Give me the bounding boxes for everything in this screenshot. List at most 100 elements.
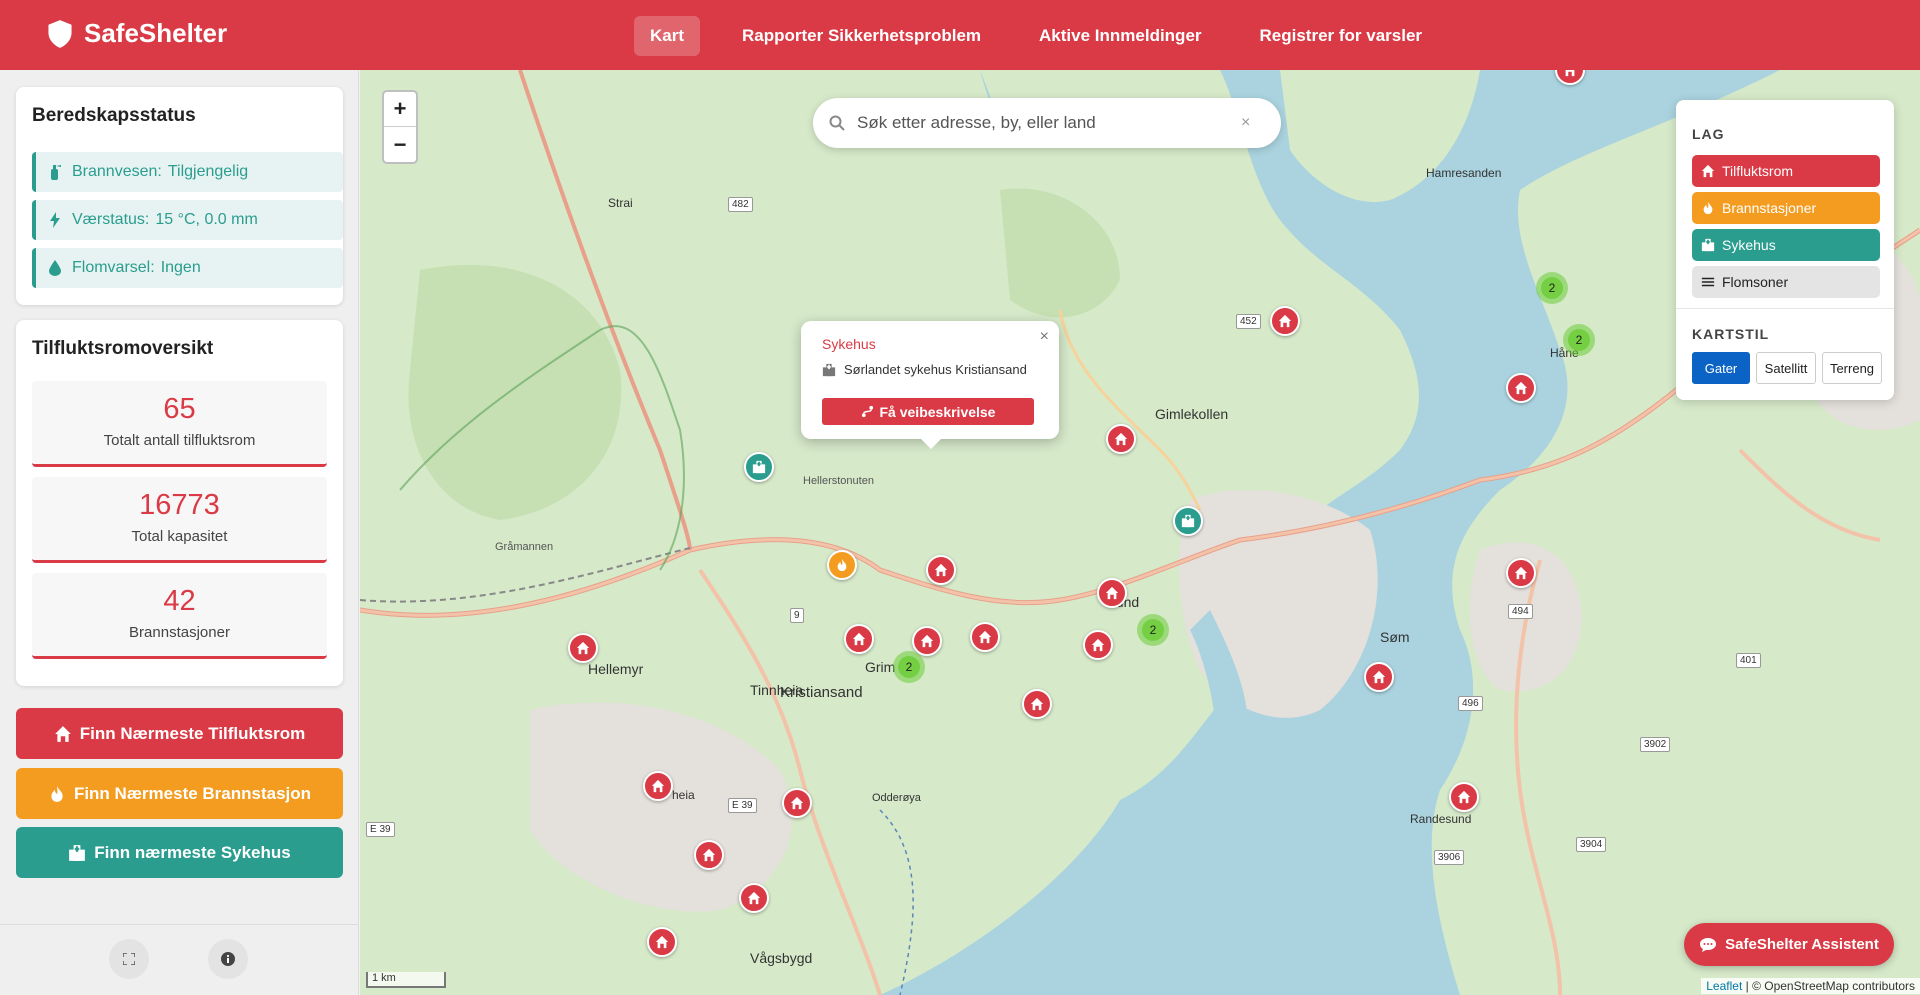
home-icon — [852, 632, 866, 646]
place-label: Gråmannen — [495, 541, 554, 553]
get-directions-button[interactable]: Få veibeskrivelse — [822, 398, 1034, 425]
popup-close-button[interactable]: × — [1040, 328, 1049, 346]
zoom-control: + − — [382, 90, 418, 164]
shelter-marker[interactable] — [1270, 306, 1300, 336]
status-label: Flomvarsel: — [72, 259, 155, 276]
fullscreen-button[interactable] — [109, 939, 149, 979]
layer-toggle-hospitals[interactable]: Sykehus — [1692, 229, 1880, 261]
map[interactable]: Kristiansand Lund Grim Tinnheia Hellemyr… — [360, 70, 1920, 995]
home-icon — [1563, 70, 1577, 77]
shelter-marker[interactable] — [782, 788, 812, 818]
popup-name-text: Sørlandet sykehus Kristiansand — [844, 362, 1027, 377]
assistant-chat-button[interactable]: SafeShelter Assistent — [1684, 923, 1894, 966]
flame-icon — [1703, 201, 1713, 215]
expand-icon — [123, 953, 135, 965]
stat-fire-stations: 42 Brannstasjoner — [32, 573, 327, 659]
brand-logo[interactable]: SafeShelter — [46, 18, 227, 49]
layer-toggle-fire-stations[interactable]: Brannstasjoner — [1692, 192, 1880, 224]
status-row-flood: Flomvarsel: Ingen — [32, 248, 343, 288]
hospital-marker[interactable] — [744, 452, 774, 482]
stat-value: 42 — [163, 585, 196, 617]
clear-search-icon[interactable]: × — [1241, 114, 1250, 132]
map-style-satellite[interactable]: Satellitt — [1756, 352, 1816, 384]
home-icon — [54, 725, 71, 742]
find-nearest-shelter-button[interactable]: Finn Nærmeste Tilfluktsrom — [16, 708, 343, 759]
fire-extinguisher-icon — [46, 163, 64, 181]
shelter-marker[interactable] — [970, 622, 1000, 652]
shelter-marker[interactable] — [1083, 630, 1113, 660]
stat-value: 65 — [163, 393, 196, 425]
map-style-title: KARTSTIL — [1692, 326, 1770, 342]
home-icon — [1372, 670, 1386, 684]
layer-label: Sykehus — [1722, 237, 1776, 253]
layer-toggle-shelters[interactable]: Tilfluktsrom — [1692, 155, 1880, 187]
flame-icon — [51, 785, 63, 802]
hospital-marker[interactable] — [1173, 506, 1203, 536]
home-icon — [934, 563, 948, 577]
brand-name: SafeShelter — [84, 18, 228, 48]
home-icon — [576, 641, 590, 655]
home-icon — [655, 935, 669, 949]
shelter-marker[interactable] — [739, 883, 769, 913]
map-scale: 1 km — [366, 972, 446, 988]
stat-total-capacity: 16773 Total kapasitet — [32, 477, 327, 563]
search-input[interactable] — [857, 113, 1227, 133]
nav-registrer-varsler[interactable]: Registrer for varsler — [1244, 16, 1439, 56]
preparedness-card: Beredskapsstatus Brannvesen: Tilgjengeli… — [16, 87, 343, 305]
marker-cluster[interactable]: 2 — [1536, 272, 1568, 304]
nav-aktive-innmeldinger[interactable]: Aktive Innmeldinger — [1023, 16, 1217, 56]
shelter-marker[interactable] — [643, 771, 673, 801]
shelter-marker[interactable] — [1449, 782, 1479, 812]
shelter-marker[interactable] — [926, 555, 956, 585]
zoom-out-button[interactable]: − — [384, 127, 416, 162]
shelter-marker[interactable] — [647, 927, 677, 957]
shelter-marker[interactable] — [1506, 558, 1536, 588]
shelter-marker[interactable] — [844, 624, 874, 654]
layer-toggle-flood-zones[interactable]: Flomsoner — [1692, 266, 1880, 298]
find-nearest-fire-station-button[interactable]: Finn Nærmeste Brannstasjon — [16, 768, 343, 819]
fire-station-marker[interactable] — [827, 550, 857, 580]
stat-label: Totalt antall tilfluktsrom — [103, 432, 256, 449]
place-label: Strai — [608, 196, 633, 210]
map-style-streets[interactable]: Gater — [1692, 352, 1750, 384]
sidebar: Beredskapsstatus Brannvesen: Tilgjengeli… — [0, 70, 359, 995]
home-icon — [920, 634, 934, 648]
info-button[interactable] — [208, 939, 248, 979]
marker-cluster[interactable]: 2 — [1137, 614, 1169, 646]
home-icon — [978, 630, 992, 644]
place-label: Tinnheia — [750, 682, 804, 698]
shelter-marker[interactable] — [1364, 662, 1394, 692]
place-label: Grim — [865, 659, 896, 675]
hospital-popup: Sykehus × Sørlandet sykehus Kristiansand… — [801, 321, 1059, 449]
road-shield: E 39 — [728, 798, 757, 813]
home-icon — [1457, 790, 1471, 804]
shelter-marker[interactable] — [1506, 373, 1536, 403]
stat-value: 16773 — [139, 489, 220, 521]
map-style-terrain[interactable]: Terreng — [1822, 352, 1882, 384]
attribution-text: | © OpenStreetMap contributors — [1745, 979, 1915, 993]
layers-panel: LAG Tilfluktsrom Brannstasjoner Sykehus … — [1676, 100, 1894, 400]
nav-rapporter[interactable]: Rapporter Sikkerhetsproblem — [726, 16, 997, 56]
marker-cluster[interactable]: 2 — [1563, 324, 1595, 356]
shelter-marker[interactable] — [1097, 578, 1127, 608]
shelter-marker[interactable] — [694, 840, 724, 870]
overview-card: Tilfluktsromoversikt 65 Totalt antall ti… — [16, 320, 343, 686]
hospital-icon — [1181, 514, 1195, 528]
road-shield: 482 — [728, 197, 753, 212]
find-nearest-hospital-button[interactable]: Finn nærmeste Sykehus — [16, 827, 343, 878]
shelter-marker[interactable] — [912, 626, 942, 656]
nav-kart[interactable]: Kart — [634, 16, 701, 56]
shelter-marker[interactable] — [568, 633, 598, 663]
home-icon — [651, 779, 665, 793]
marker-cluster[interactable]: 2 — [893, 651, 925, 683]
road-shield: 494 — [1508, 604, 1533, 619]
leaflet-link[interactable]: Leaflet — [1706, 979, 1742, 993]
shield-icon — [48, 19, 72, 48]
place-label: Gimlekollen — [1155, 406, 1229, 422]
status-label: Brannvesen: — [72, 163, 162, 180]
zoom-in-button[interactable]: + — [384, 92, 416, 127]
shelter-marker[interactable] — [1106, 424, 1136, 454]
place-label: Hellemyr — [588, 661, 644, 677]
shelter-marker[interactable] — [1022, 689, 1052, 719]
home-icon — [1278, 314, 1292, 328]
